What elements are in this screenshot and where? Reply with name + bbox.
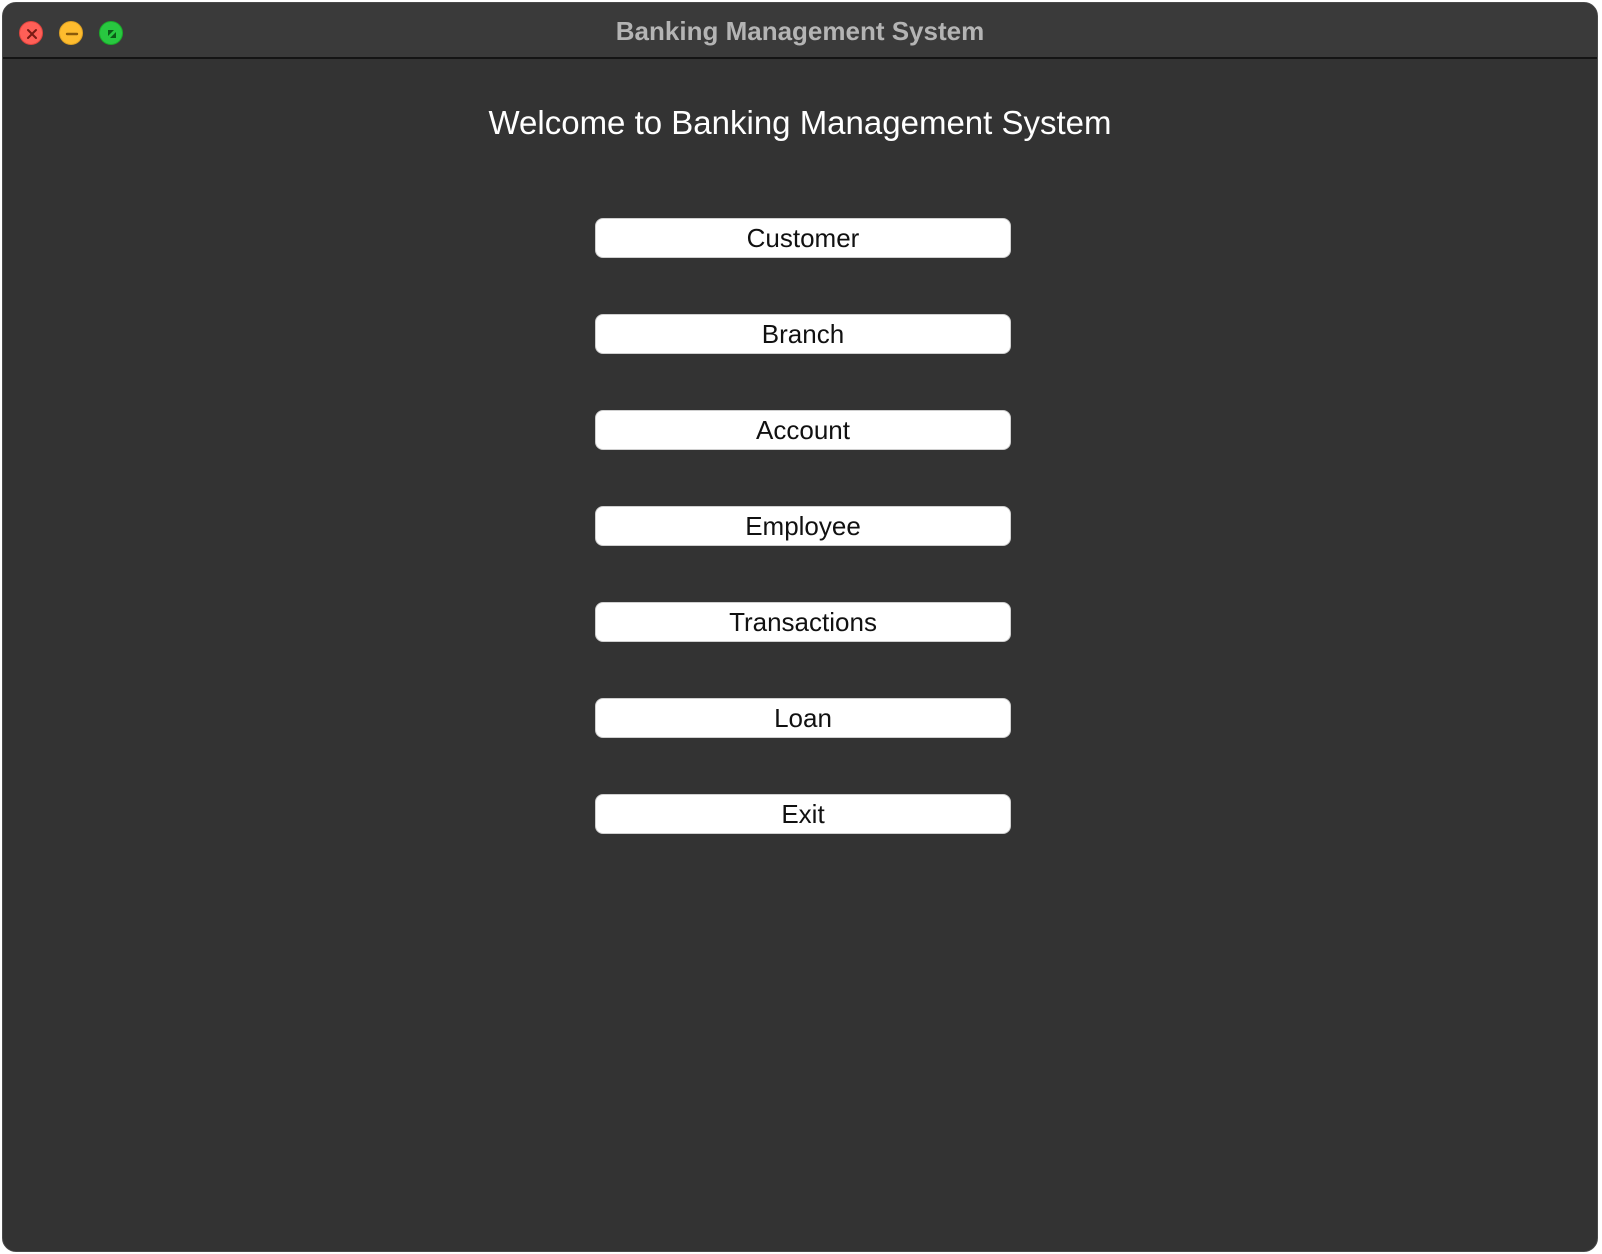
employee-button[interactable]: Employee	[595, 506, 1011, 546]
transactions-button[interactable]: Transactions	[595, 602, 1011, 642]
minimize-icon	[65, 32, 79, 36]
window-title: Banking Management System	[615, 16, 985, 46]
close-icon	[27, 29, 37, 39]
fullscreen-icon	[108, 30, 116, 38]
branch-button[interactable]: Branch	[595, 314, 1011, 354]
fullscreen-button[interactable]	[99, 21, 123, 45]
customer-button[interactable]: Customer	[595, 218, 1011, 258]
loan-button[interactable]: Loan	[595, 698, 1011, 738]
title-bar[interactable]: Banking Management System	[3, 3, 1597, 59]
minimize-button[interactable]	[59, 21, 83, 45]
welcome-heading: Welcome to Banking Management System	[488, 104, 1112, 141]
app-window: Banking Management System Welcome to Ban…	[2, 2, 1598, 1252]
exit-button[interactable]: Exit	[595, 794, 1011, 834]
main-menu: Customer Branch Account Employee Transac…	[595, 218, 1011, 890]
account-button[interactable]: Account	[595, 410, 1011, 450]
close-button[interactable]	[19, 21, 43, 45]
